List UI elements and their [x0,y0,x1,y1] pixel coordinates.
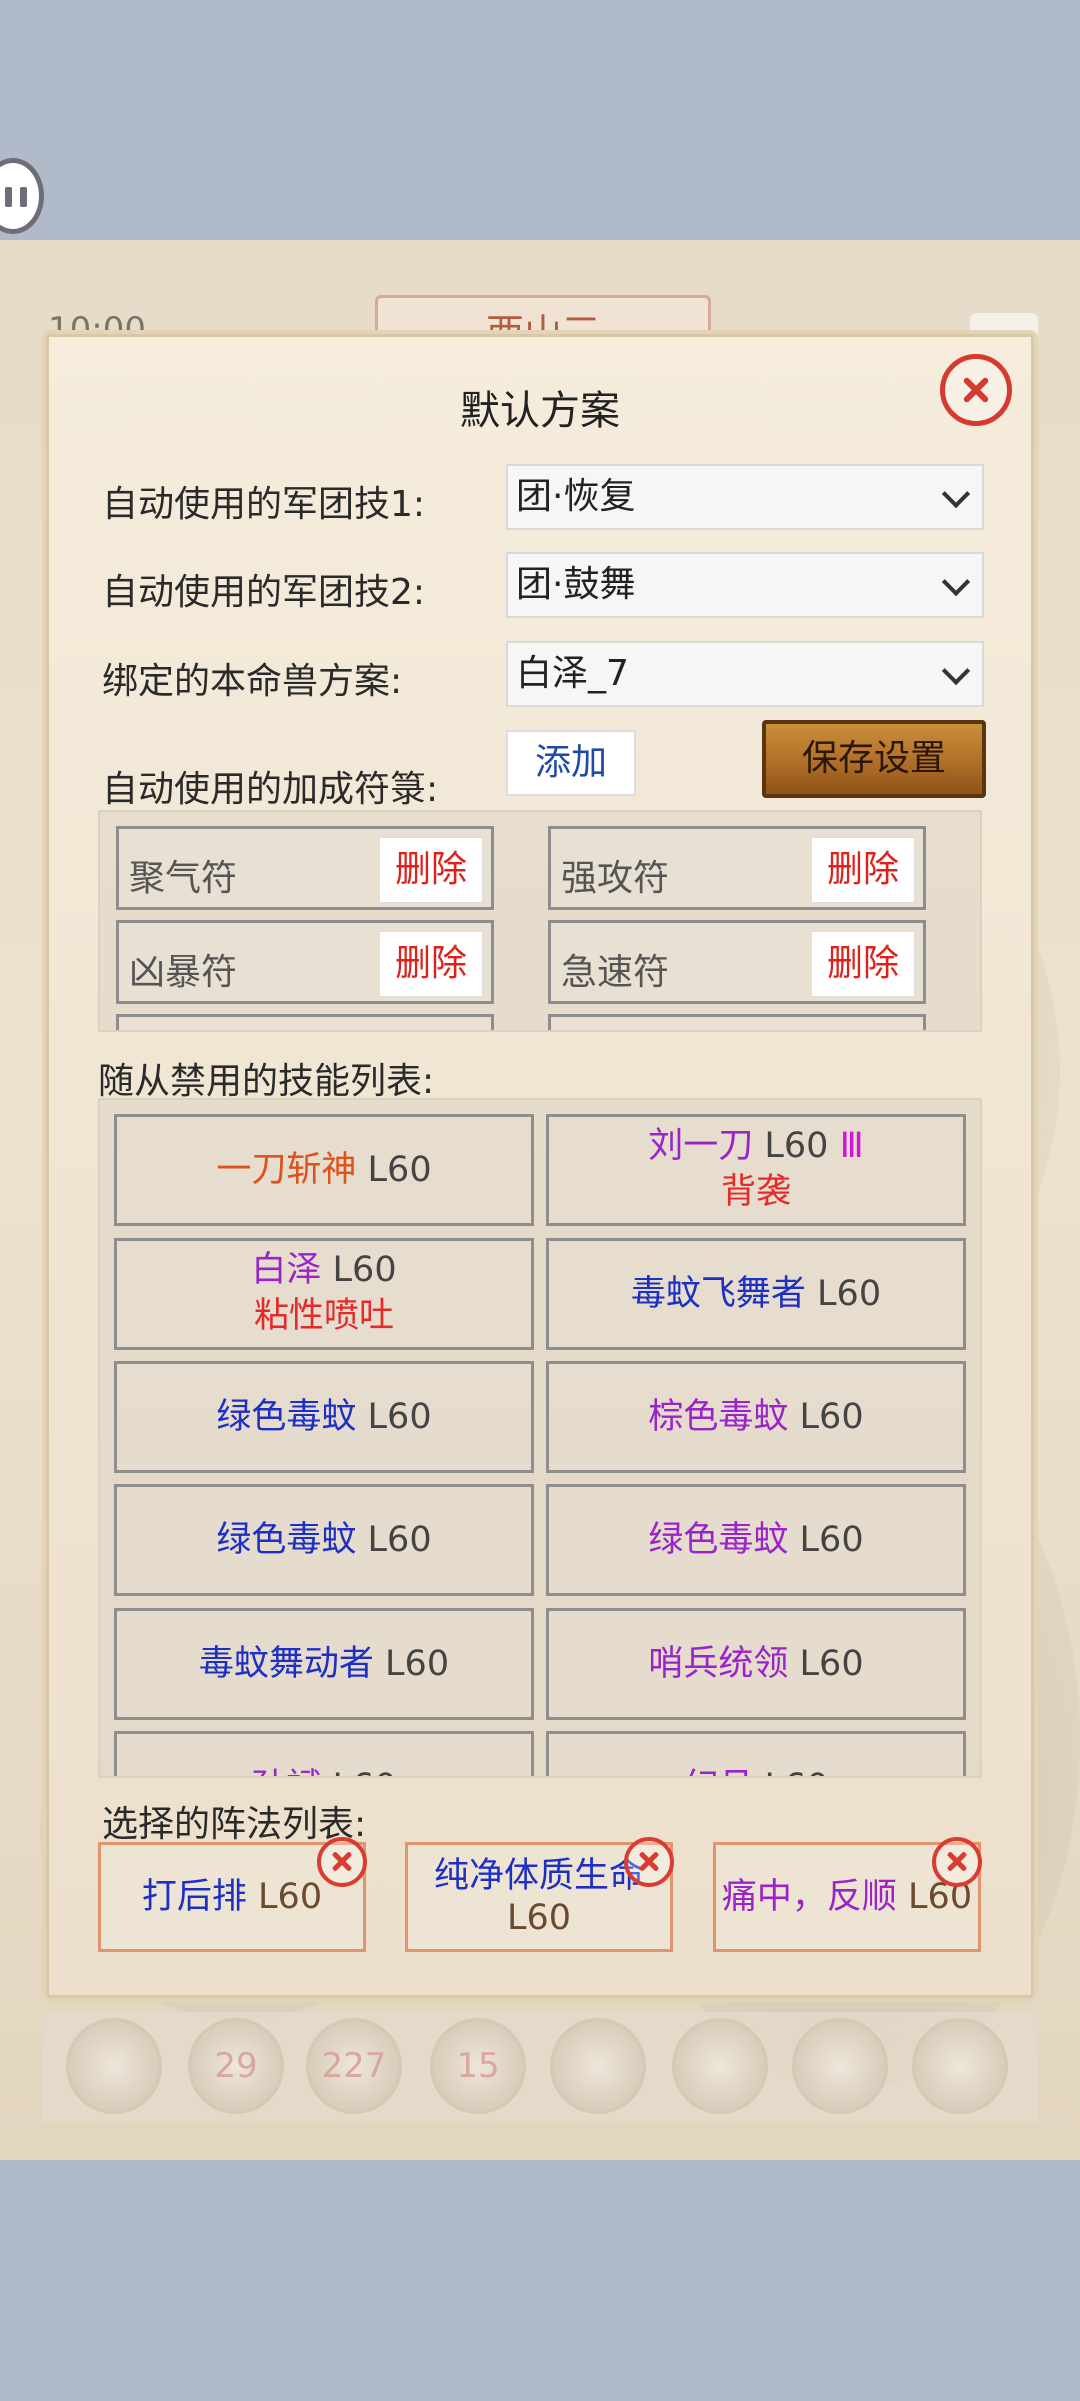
formation-level: L60 [506,1898,572,1938]
skill-name: 背袭 [720,1172,791,1212]
beast-label: 绑定的本命兽方案: [102,661,403,702]
skill-owner-name: 绿色毒蚊 [216,1397,357,1437]
tier-badge: Ⅲ [839,1126,864,1166]
badge-29-icon[interactable]: 29 [188,2018,284,2114]
skills-label: 随从禁用的技能列表: [98,1061,435,1102]
formation-level: L60 [258,1877,323,1917]
formation-item[interactable]: 痛中，反顺 L60 [713,1837,982,1952]
talisman-item: 强攻符 删除 [548,826,926,910]
skill-level: L60 [332,1250,397,1290]
formation-name: 打后排 [141,1877,247,1917]
skill-item[interactable]: 白泽 L60 粘性喷吐 [114,1238,534,1350]
book-icon[interactable] [550,2018,646,2114]
skill2-label: 自动使用的军团技2: [102,572,426,613]
talisman-item: 凶暴符 删除 [116,920,494,1004]
formation-item[interactable]: 打后排 L60 [98,1837,367,1952]
skill-level: L60 [765,1767,829,1776]
skill-owner-name: 刘一刀 [648,1126,754,1166]
skill-level: L60 [799,1644,864,1684]
skill-owner-name: 一刀斩神 [216,1150,357,1190]
skill-owner-name: 幻月 [683,1767,753,1776]
compass-icon[interactable] [672,2018,768,2114]
skill1-value: 团·恢复 [516,476,636,517]
wings-227-icon[interactable]: 227 [306,2018,402,2114]
formations-label: 选择的阵法列表: [102,1804,367,1845]
skill-owner-name: 毒蚊舞动者 [198,1644,374,1684]
close-icon[interactable] [940,354,1012,426]
talisman-name: 凶暴符 [129,952,238,993]
skill-level: L60 [333,1767,397,1776]
skill-level: L60 [799,1520,864,1560]
skill-item[interactable]: 刘一刀 L60 Ⅲ 背袭 [546,1114,966,1226]
talisman-list[interactable]: 聚气符 删除 强攻符 删除 凶暴符 删除 急速符 删除 [98,810,982,1032]
map-icon[interactable] [792,2018,888,2114]
skill-item[interactable]: 幻月 L60 [546,1731,966,1776]
skill1-label: 自动使用的军团技1: [102,484,426,525]
scroll-15-icon[interactable]: 15 [430,2018,526,2114]
character-icon[interactable] [66,2018,162,2114]
remove-formation-icon[interactable] [624,1837,674,1887]
skill-item[interactable]: 绿色毒蚊 L60 [114,1484,534,1596]
chevron-down-icon [941,656,971,686]
pause-icon[interactable] [0,158,44,234]
skill-level: L60 [799,1397,864,1437]
skill-item[interactable]: 绿色毒蚊 L60 [114,1361,534,1473]
delete-button[interactable]: 删除 [811,931,915,997]
skill-item[interactable]: 孙斌 L60 [114,1731,534,1776]
skill-owner-name: 孙斌 [251,1767,321,1776]
skill2-select[interactable]: 团·鼓舞 [506,552,984,618]
skill-item[interactable]: 毒蚊飞舞者 L60 [546,1238,966,1350]
skill-item[interactable]: 哨兵统领 L60 [546,1608,966,1720]
chevron-down-icon [941,567,971,597]
skill-level: L60 [367,1397,432,1437]
add-button[interactable]: 添加 [506,730,636,796]
talisman-item: 急速符 删除 [548,920,926,1004]
skill-owner-name: 哨兵统领 [648,1644,789,1684]
skill-level: L60 [385,1644,450,1684]
skill1-select[interactable]: 团·恢复 [506,464,984,530]
skill-item[interactable]: 绿色毒蚊 L60 [546,1484,966,1596]
talisman-name: 聚气符 [129,858,238,899]
talisman-item: 聚气符 删除 [116,826,494,910]
skill-owner-name: 绿色毒蚊 [216,1520,357,1560]
formation-name: 痛中，反顺 [721,1877,897,1917]
skill-owner-name: 毒蚊飞舞者 [630,1274,806,1314]
formation-item[interactable]: 纯净体质生命 L60 [405,1837,674,1952]
remove-formation-icon[interactable] [317,1837,367,1887]
skill-level: L60 [817,1274,882,1314]
beast-value: 白泽_7 [516,653,629,694]
skill2-value: 团·鼓舞 [516,564,636,605]
skill-level: L60 [367,1520,432,1560]
delete-button[interactable]: 删除 [379,931,483,997]
skill-item[interactable]: 棕色毒蚊 L60 [546,1361,966,1473]
talisman-label: 自动使用的加成符箓: [102,769,439,810]
skill-name: 粘性喷吐 [253,1296,394,1336]
talisman-item [548,1014,926,1030]
remove-formation-icon[interactable] [932,1837,982,1887]
skill-item[interactable]: 毒蚊舞动者 L60 [114,1608,534,1720]
talisman-item [116,1014,494,1030]
skill-level: L60 [764,1126,829,1166]
chevron-down-icon [941,479,971,509]
skill-owner-name: 棕色毒蚊 [648,1397,789,1437]
dialog-title: 默认方案 [460,388,620,434]
skill-item[interactable]: 一刀斩神 L60 [114,1114,534,1226]
formation-name: 纯净体质生命 [433,1856,644,1896]
skill-owner-name: 绿色毒蚊 [648,1520,789,1560]
delete-button[interactable]: 删除 [811,837,915,903]
save-settings-button[interactable]: 保存设置 [762,720,986,798]
skill-owner-name: 白泽 [251,1250,322,1290]
skill-level: L60 [367,1150,432,1190]
beast-select[interactable]: 白泽_7 [506,641,984,707]
delete-button[interactable]: 删除 [379,837,483,903]
disabled-skill-list[interactable]: 一刀斩神 L60 刘一刀 L60 Ⅲ 背袭 白泽 L60 粘性喷吐 毒蚊飞舞者 L60 绿色… [98,1098,982,1778]
settings-icon[interactable] [912,2018,1008,2114]
talisman-name: 急速符 [561,952,670,993]
talisman-name: 强攻符 [561,858,670,899]
